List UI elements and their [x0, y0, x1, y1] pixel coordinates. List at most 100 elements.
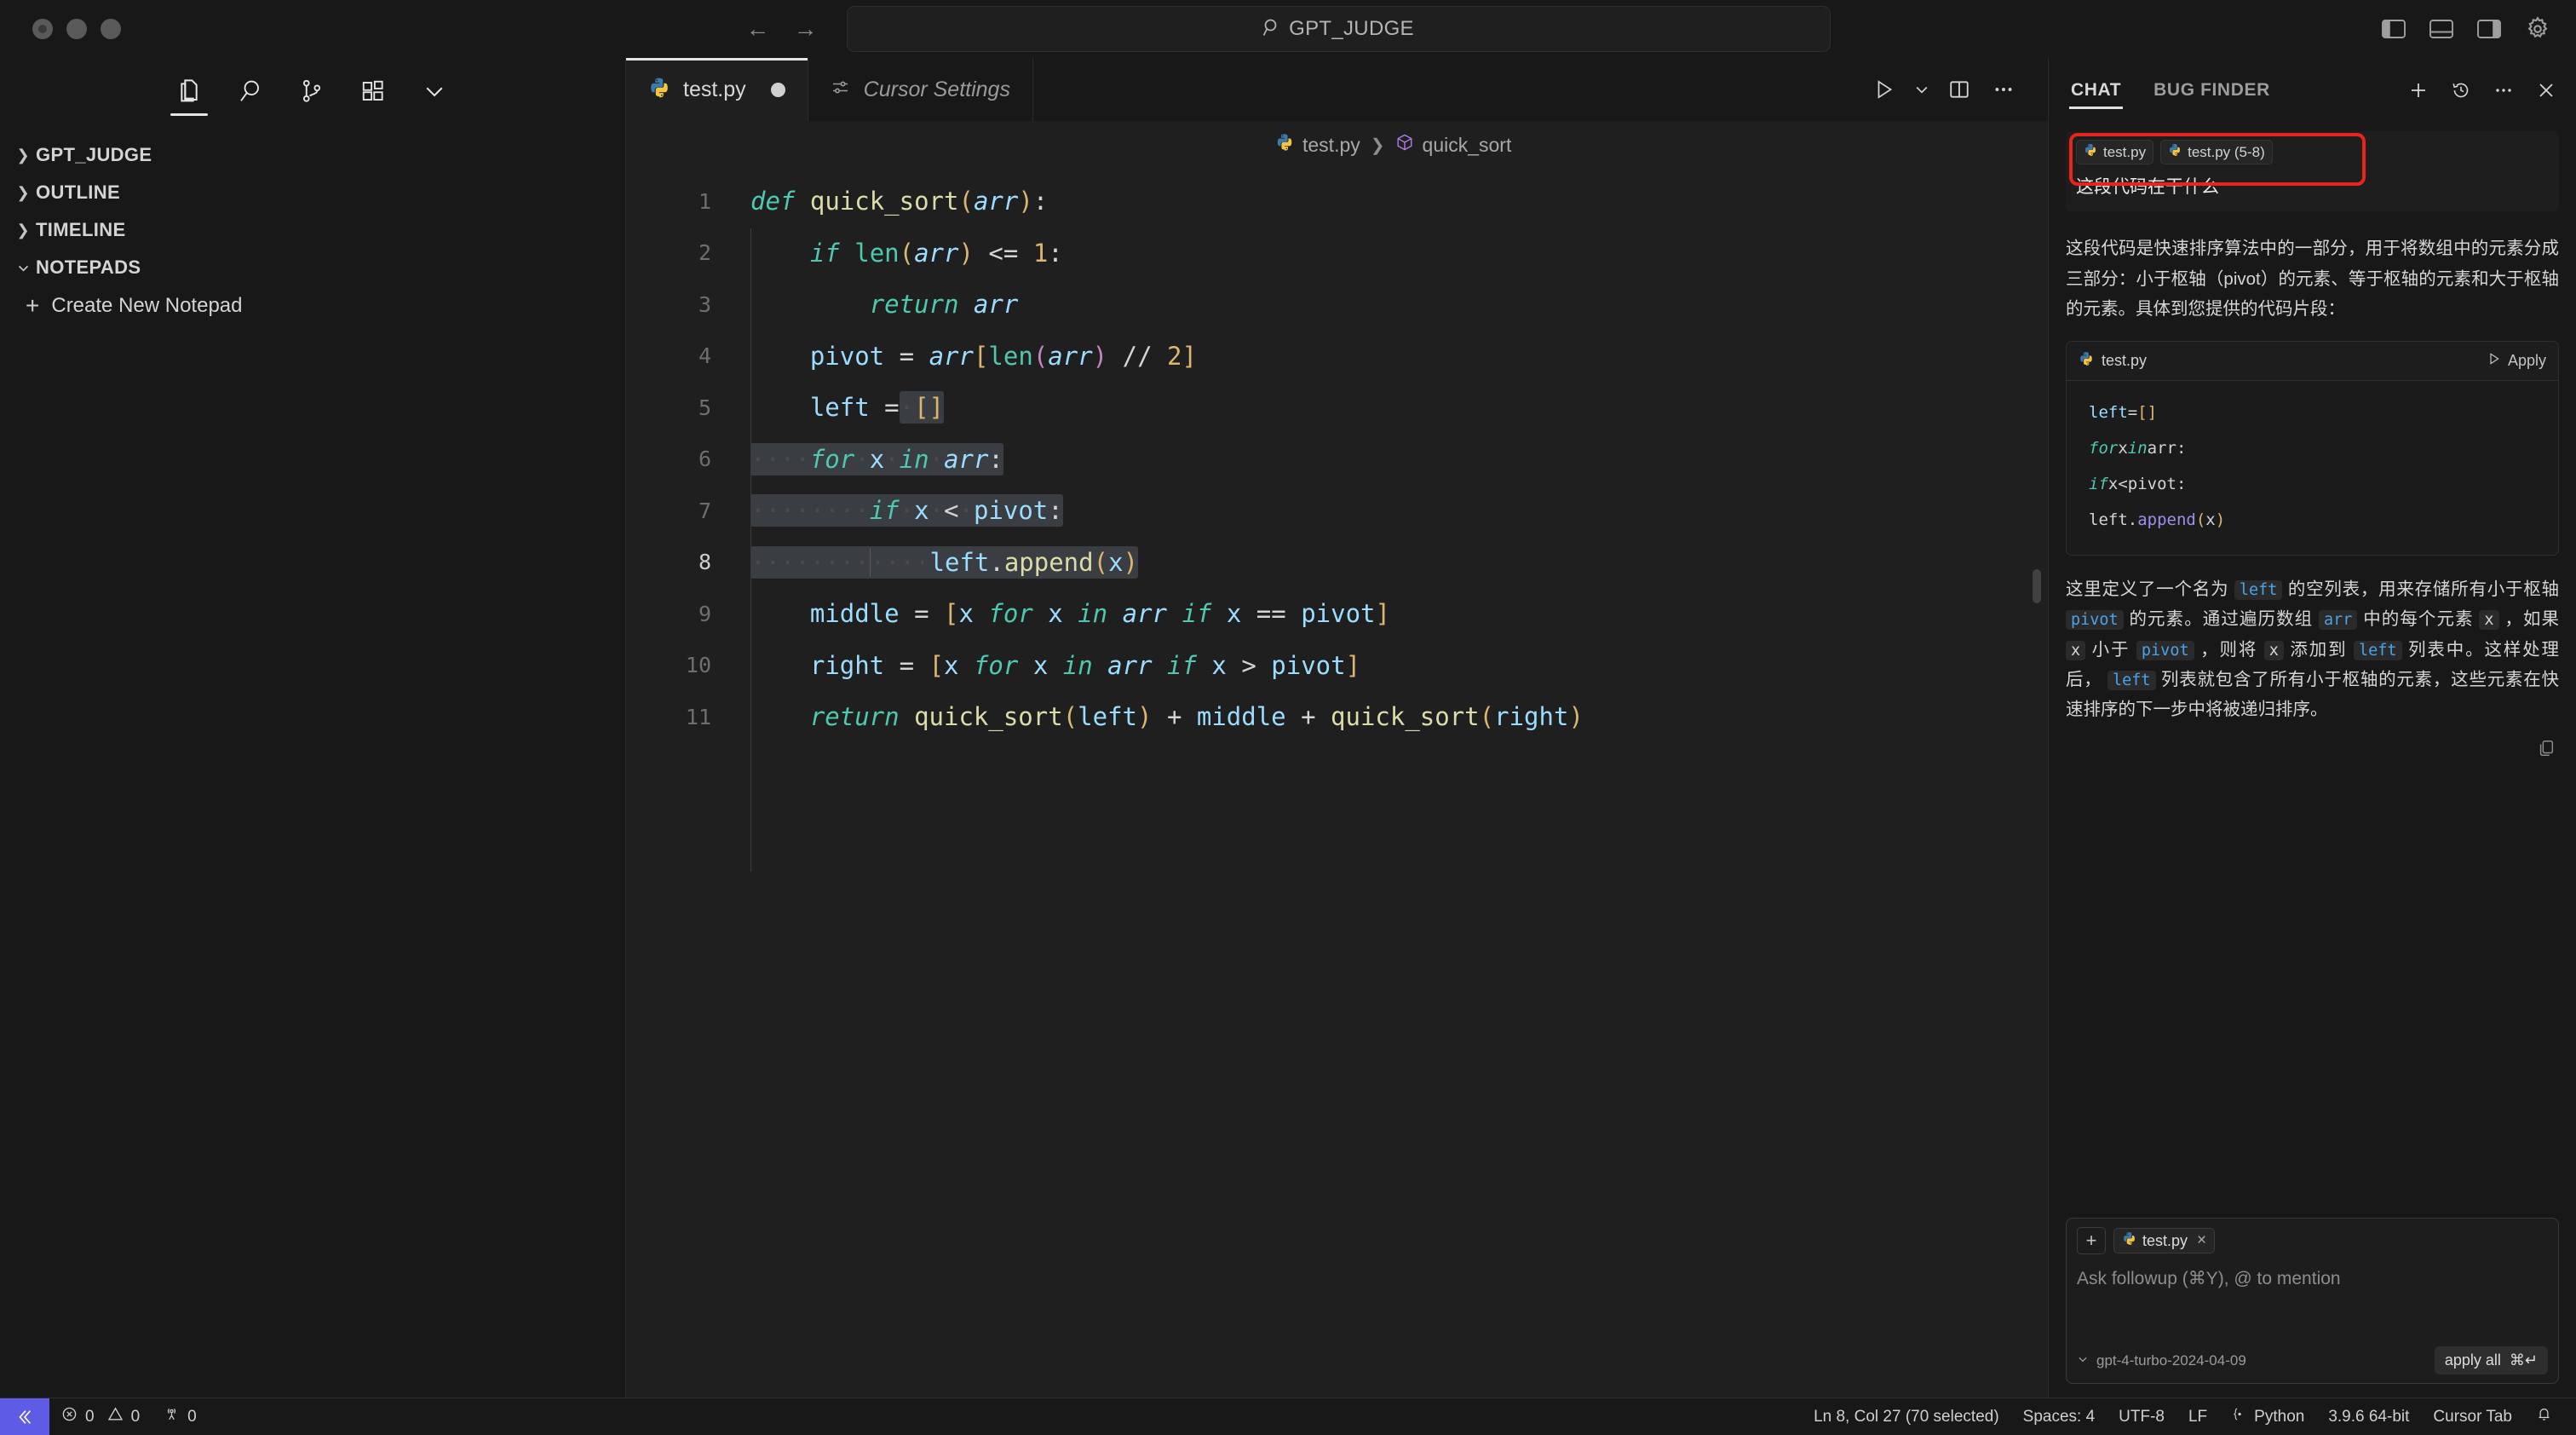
line-number: 11 [685, 704, 711, 729]
sidebar-sections: ❯ GPT_JUDGE ❯ OUTLINE ❯ TIMELINE NOTEPAD… [0, 124, 625, 326]
breadcrumb-file[interactable]: test.py [1275, 133, 1360, 157]
python-icon [2084, 143, 2097, 161]
sidebar-section-label: TIMELINE [36, 219, 126, 240]
more-icon[interactable] [2491, 78, 2516, 103]
activity-search-button[interactable] [220, 58, 281, 124]
code-line-text: middle = [x for x in arr if x == pivot] [809, 599, 1390, 629]
zoom-window-button[interactable] [101, 19, 121, 39]
chat-header-actions [2406, 78, 2559, 103]
activity-extensions-button[interactable] [342, 58, 404, 124]
python-icon [648, 77, 670, 103]
activity-more-button[interactable] [404, 58, 465, 124]
run-icon[interactable] [1862, 58, 1906, 121]
ports-status[interactable]: 0 [152, 1398, 209, 1435]
more-actions-icon[interactable] [1981, 58, 2026, 121]
p2-t2: 的空列表，用来存储所有小于枢轴 [2282, 579, 2559, 600]
python-brace-icon [2231, 1406, 2246, 1427]
python-icon [2122, 1231, 2136, 1250]
code-line: 1 def quick_sort(arr): [626, 176, 2048, 228]
copy-icon[interactable] [2537, 739, 2556, 762]
chat-composer[interactable]: + test.py × Ask followup (⌘Y), @ to ment… [2066, 1218, 2559, 1384]
forward-icon[interactable]: → [794, 17, 818, 41]
answer-paragraph-2: 这里定义了一个名为 left 的空列表，用来存储所有小于枢轴 pivot 的元素… [2066, 574, 2559, 724]
code-line-text: pivot = arr[len(arr) // 2] [809, 341, 1197, 371]
code-card-line: left = [] [2089, 403, 2158, 423]
editor-tab-bar: test.py Cursor Settings [626, 58, 2048, 121]
error-icon [61, 1406, 78, 1427]
model-selector[interactable]: gpt-4-turbo-2024-04-09 [2077, 1352, 2246, 1369]
plus-icon: + [26, 292, 40, 319]
code-line: 5 left =·[] [626, 382, 2048, 434]
breadcrumb-separator: ❯ [1370, 135, 1385, 155]
toggle-primary-sidebar-icon[interactable] [2382, 18, 2407, 40]
minimize-window-button[interactable] [66, 19, 87, 39]
encoding-status[interactable]: UTF-8 [2107, 1398, 2176, 1435]
add-context-button[interactable]: + [2077, 1227, 2106, 1254]
sidebar-section-timeline[interactable]: ❯ TIMELINE [0, 211, 625, 249]
chat-conversation[interactable]: test.py test.py (5-8) 这段代码在干什么 这段代码是快速排序… [2049, 123, 2576, 1218]
interpreter-status[interactable]: 3.9.6 64-bit [2316, 1398, 2421, 1435]
sidebar-section-notepads[interactable]: NOTEPADS [0, 249, 625, 286]
activity-source-control-button[interactable] [281, 58, 342, 124]
plus-icon: + [2085, 1230, 2097, 1251]
chat-input[interactable]: Ask followup (⌘Y), @ to mention [2077, 1268, 2548, 1336]
sidebar-section-outline[interactable]: ❯ OUTLINE [0, 174, 625, 211]
breadcrumb-symbol[interactable]: quick_sort [1395, 133, 1511, 157]
code-card-filename: test.py [2102, 352, 2148, 370]
unsaved-indicator[interactable] [770, 82, 785, 97]
problems-status[interactable]: 0 0 [49, 1398, 152, 1435]
toggle-secondary-sidebar-icon[interactable] [2477, 18, 2503, 40]
p2-t8: ，如果 [2498, 609, 2559, 630]
context-chip[interactable]: test.py [2076, 140, 2154, 164]
gear-icon[interactable] [2525, 16, 2550, 42]
line-number: 10 [685, 653, 711, 678]
context-chip[interactable]: test.py (5-8) [2160, 140, 2273, 164]
activity-explorer-button[interactable] [158, 58, 220, 124]
tab-cursor-settings[interactable]: Cursor Settings [808, 58, 1033, 121]
warning-count: 0 [130, 1407, 141, 1426]
back-icon[interactable]: ← [746, 17, 770, 41]
history-icon[interactable] [2448, 78, 2474, 103]
user-message-text: 这段代码在干什么 [2076, 177, 2219, 197]
indent-guide [750, 228, 751, 774]
chevron-down-icon[interactable] [1906, 58, 1937, 121]
close-window-button[interactable] [32, 19, 53, 39]
tab-bug-finder[interactable]: BUG FINDER [2152, 70, 2272, 111]
composer-footer: gpt-4-turbo-2024-04-09 apply all ⌘↵ [2077, 1346, 2548, 1374]
notifications-button[interactable] [2524, 1398, 2564, 1435]
message-actions [2066, 731, 2559, 769]
code-editor[interactable]: 1 def quick_sort(arr): 2 if len(arr) <= … [626, 169, 2048, 1398]
indentation-status[interactable]: Spaces: 4 [2011, 1398, 2107, 1435]
cursor-tab-status[interactable]: Cursor Tab [2421, 1398, 2524, 1435]
cursor-position[interactable]: Ln 8, Col 27 (70 selected) [1802, 1398, 2011, 1435]
editor-scrollbar-thumb[interactable] [2033, 569, 2041, 603]
language-status[interactable]: Python [2219, 1398, 2316, 1435]
remote-indicator[interactable] [0, 1398, 49, 1435]
sidebar-section-gpt-judge[interactable]: ❯ GPT_JUDGE [0, 136, 625, 174]
close-icon[interactable] [2533, 78, 2559, 103]
apply-button[interactable]: Apply [2487, 352, 2546, 370]
composer-context-chip[interactable]: test.py × [2113, 1228, 2216, 1253]
apply-all-button[interactable]: apply all ⌘↵ [2434, 1346, 2548, 1374]
split-editor-icon[interactable] [1937, 58, 1981, 121]
code-line: 4 pivot = arr[len(arr) // 2] [626, 331, 2048, 383]
inline-code: left [2107, 670, 2156, 690]
tab-test-py[interactable]: test.py [626, 58, 808, 121]
line-number: 7 [698, 498, 711, 523]
eol-status[interactable]: LF [2176, 1398, 2219, 1435]
inline-code: x [2066, 640, 2086, 660]
line-number: 8 [698, 550, 711, 575]
status-bar-right: Ln 8, Col 27 (70 selected) Spaces: 4 UTF… [1802, 1398, 2576, 1435]
search-icon [1262, 18, 1281, 41]
settings-sliders-icon [831, 78, 851, 102]
title-bar-layout-controls [2382, 16, 2550, 42]
close-icon[interactable]: × [2197, 1231, 2206, 1250]
create-new-notepad-button[interactable]: + Create New Notepad [0, 286, 625, 326]
toggle-panel-icon[interactable] [2429, 18, 2455, 40]
code-line-text: ········if·x·<·pivot: [750, 494, 1063, 527]
p2-t6: 中的每个元素 [2357, 609, 2480, 630]
quick-open-search-bar[interactable]: GPT_JUDGE [846, 6, 1831, 52]
tab-chat[interactable]: CHAT [2069, 70, 2124, 111]
tab-label: test.py [683, 77, 746, 101]
new-chat-icon[interactable] [2406, 78, 2431, 103]
